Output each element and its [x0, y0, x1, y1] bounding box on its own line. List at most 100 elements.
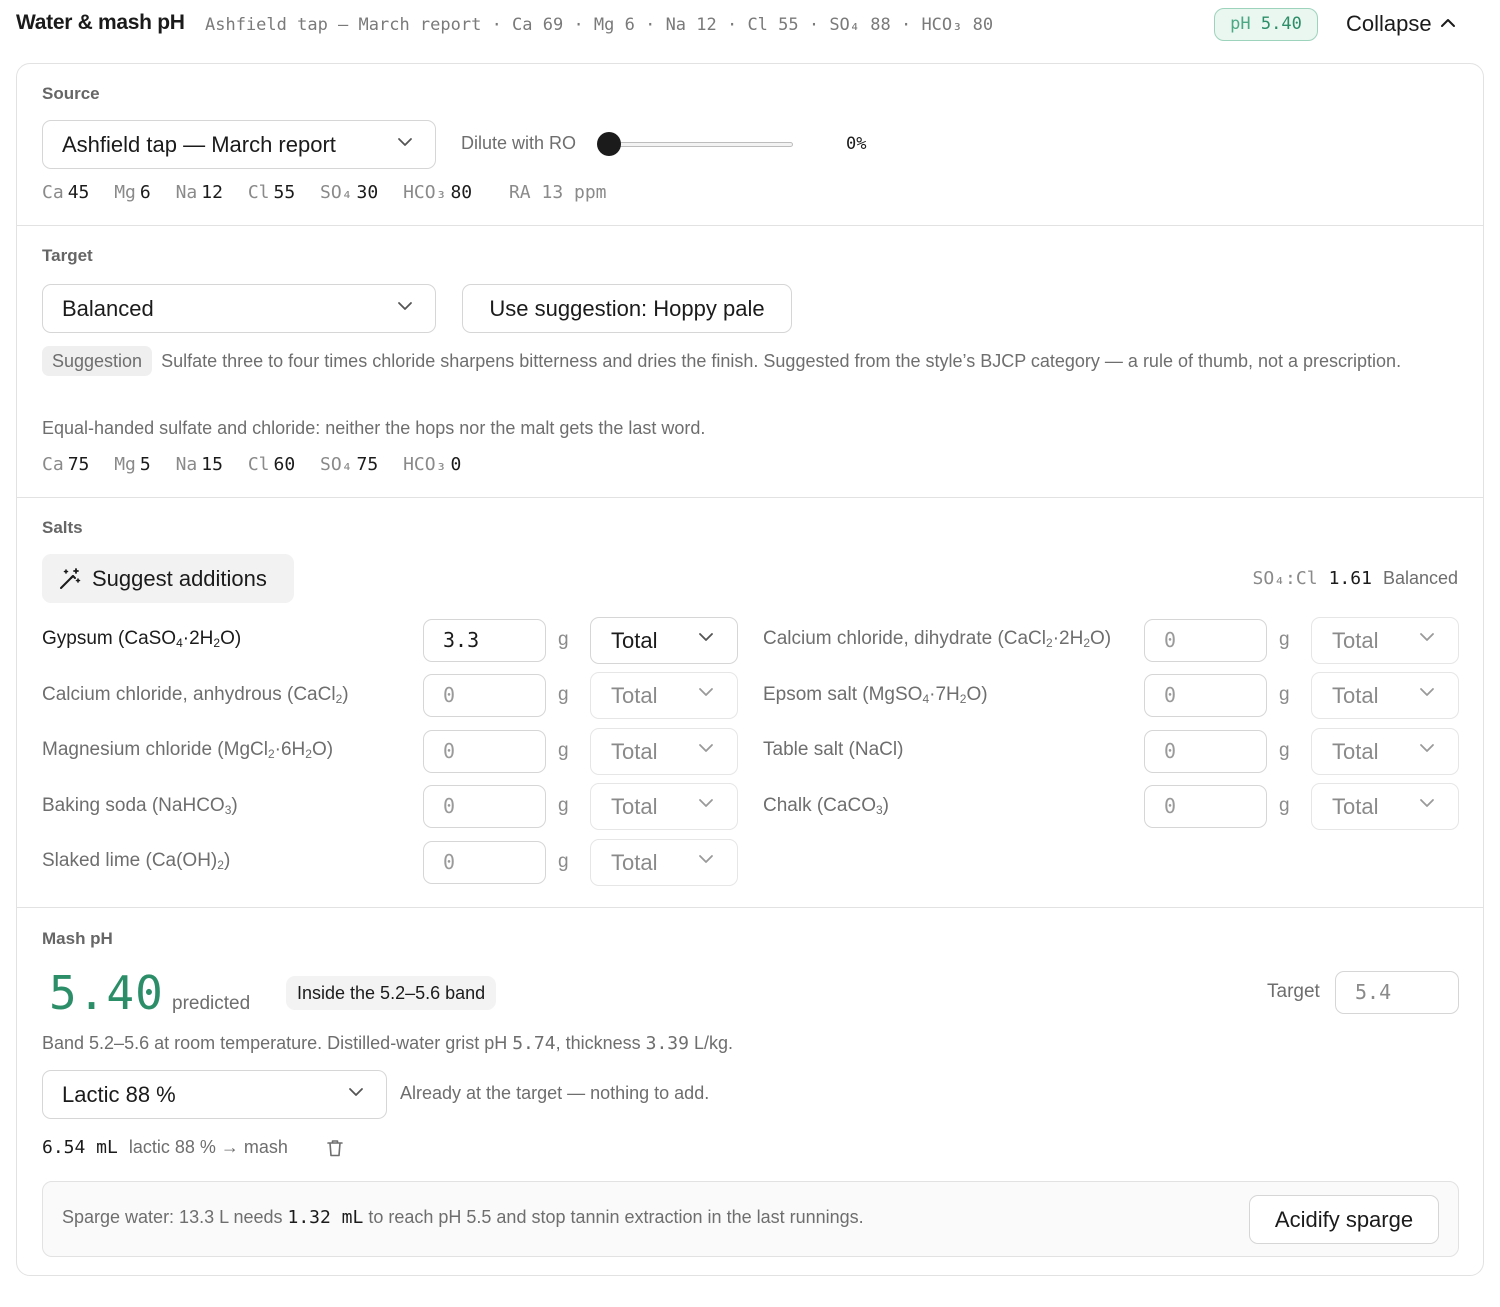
dilute-slider-track — [601, 142, 793, 147]
salt-amount-input[interactable]: 0 — [423, 785, 546, 828]
chevron-down-icon — [349, 1088, 363, 1096]
target-profile-select[interactable]: Balanced — [42, 284, 436, 333]
band-note-text: Band 5.2–5.6 at room temperature. Distil… — [42, 1033, 513, 1053]
salt-mode-select[interactable]: Total — [590, 783, 738, 830]
salt-name: Gypsum (CaSO4·2H2O) — [42, 628, 242, 650]
ion-value: 45 — [67, 182, 90, 203]
ion-value: 55 — [273, 182, 296, 203]
acid-addition-desc: lactic 88 % → mash — [128, 1137, 288, 1157]
acid-addition-row: 6.54 mL lactic 88 % → mash — [42, 1137, 288, 1158]
target-ions: Ca 75 Mg 5 Na 15 Cl 60 SO₄ 75 HCO₃ 0 — [42, 454, 475, 475]
salt-unit: g — [1279, 629, 1290, 650]
ion-name: Ca — [42, 454, 64, 475]
grist-ph: 5.74 — [512, 1033, 556, 1054]
salt-mode-select[interactable]: Total — [1311, 728, 1459, 775]
salt-mode-value: Total — [611, 628, 658, 653]
trash-icon[interactable] — [327, 1139, 343, 1157]
salt-amount-input[interactable]: 0 — [1144, 730, 1267, 773]
salt-mode-value: Total — [1332, 683, 1379, 708]
chevron-down-icon — [699, 744, 713, 752]
ion-name: SO₄ — [320, 454, 353, 475]
salt-unit: g — [558, 851, 569, 872]
ion-value: 30 — [356, 182, 379, 203]
salt-amount-input[interactable]: 0 — [1144, 785, 1267, 828]
salt-mode-select[interactable]: Total — [590, 617, 738, 664]
source-profile-value: Ashfield tap — March report — [62, 132, 336, 157]
sparge-text: to reach pH 5.5 and stop tannin extracti… — [363, 1207, 864, 1227]
source-profile-select[interactable]: Ashfield tap — March report — [42, 120, 436, 169]
target-section: Target Balanced Use suggestion: Hoppy pa… — [17, 225, 1483, 497]
salt-mode-select[interactable]: Total — [590, 839, 738, 886]
salt-amount-input[interactable]: 3.3 — [423, 619, 546, 662]
source-section: Source Ashfield tap — March report Dilut… — [17, 64, 1483, 225]
acid-select[interactable]: Lactic 88 % — [42, 1070, 387, 1119]
salt-mode-select[interactable]: Total — [590, 728, 738, 775]
ion-name: SO₄ — [320, 182, 353, 203]
residual-alkalinity: RA 13 ppm — [508, 182, 607, 203]
water-summary: Ashfield tap — March report · Ca 69 · Mg… — [205, 15, 994, 35]
target-profile-value: Balanced — [62, 296, 154, 321]
suggestion-text: Sulfate three to four times chloride sha… — [161, 351, 1402, 371]
ion-name: HCO₃ — [403, 454, 447, 475]
salt-mode-select[interactable]: Total — [1311, 672, 1459, 719]
salt-unit: g — [558, 629, 569, 650]
salt-name: Magnesium chloride (MgCl2·6H2O) — [42, 739, 334, 761]
water-card: Source Ashfield tap — March report Dilut… — [16, 63, 1484, 1276]
ratio-value: 1.61 — [1328, 568, 1372, 589]
salt-mode-select[interactable]: Total — [1311, 617, 1459, 664]
ph-badge: pH 5.40 — [1214, 8, 1318, 41]
salt-mode-value: Total — [611, 683, 658, 708]
target-ph-input[interactable]: 5.4 — [1335, 971, 1459, 1014]
ph-badge-label: pH — [1230, 14, 1251, 34]
ion-name: Mg — [114, 182, 136, 203]
salt-amount-input[interactable]: 0 — [423, 674, 546, 717]
ion-value: 75 — [356, 454, 379, 475]
salts-label: Salts — [42, 518, 83, 537]
ion-name: Na — [175, 454, 198, 475]
salt-name: Calcium chloride, dihydrate (CaCl2·2H2O) — [763, 628, 1112, 650]
salt-mode-select[interactable]: Total — [590, 672, 738, 719]
sparge-panel: Sparge water: 13.3 L needs 1.32 mL to re… — [42, 1181, 1459, 1257]
chevron-down-icon — [699, 855, 713, 863]
ion-value: 80 — [450, 182, 473, 203]
chevron-up-icon — [1440, 19, 1455, 28]
acid-select-value: Lactic 88 % — [62, 1082, 176, 1107]
chevron-down-icon — [398, 302, 412, 310]
salt-unit: g — [1279, 795, 1290, 816]
acidify-sparge-button[interactable]: Acidify sparge — [1249, 1195, 1439, 1244]
suggestion-note: Suggestion Sulfate three to four times c… — [42, 346, 1447, 376]
salt-amount-input[interactable]: 0 — [423, 730, 546, 773]
band-note-text: L/kg. — [688, 1033, 734, 1053]
salts-section: Salts Suggest additions SO₄:Cl 1.61 Bala… — [17, 497, 1483, 907]
use-suggestion-button[interactable]: Use suggestion: Hoppy pale — [462, 284, 792, 333]
suggest-additions-label: Suggest additions — [92, 566, 267, 591]
chevron-down-icon — [398, 138, 412, 146]
salt-unit: g — [558, 795, 569, 816]
salt-mode-value: Total — [1332, 739, 1379, 764]
chevron-down-icon — [699, 799, 713, 807]
salt-unit: g — [558, 684, 569, 705]
salt-amount-input[interactable]: 0 — [1144, 619, 1267, 662]
ratio-label: SO₄:Cl — [1252, 568, 1318, 589]
mash-ph-label: Mash pH — [42, 929, 113, 948]
salt-name: Calcium chloride, anhydrous (CaCl2) — [42, 684, 349, 706]
dilute-slider-thumb[interactable] — [597, 132, 621, 156]
salt-amount-input[interactable]: 0 — [1144, 674, 1267, 717]
salt-amount-input[interactable]: 0 — [423, 841, 546, 884]
chevron-down-icon — [1420, 799, 1434, 807]
salt-mode-select[interactable]: Total — [1311, 783, 1459, 830]
acid-addition-amount: 6.54 mL — [42, 1137, 118, 1158]
ion-name: Ca — [42, 182, 64, 203]
ion-name: Na — [175, 182, 198, 203]
dilute-slider[interactable] — [597, 132, 797, 156]
ratio-description: Balanced — [1382, 568, 1458, 588]
ion-name: HCO₃ — [403, 182, 447, 203]
ion-value: 75 — [67, 454, 90, 475]
ph-badge-value: 5.40 — [1260, 14, 1302, 34]
ion-value: 0 — [450, 454, 462, 475]
panel-header: Water & mash pH Ashfield tap — March rep… — [16, 0, 1484, 50]
collapse-button[interactable]: Collapse — [1346, 11, 1456, 37]
salt-mode-value: Total — [1332, 794, 1379, 819]
salt-unit: g — [558, 740, 569, 761]
suggest-additions-button[interactable]: Suggest additions — [42, 554, 294, 603]
